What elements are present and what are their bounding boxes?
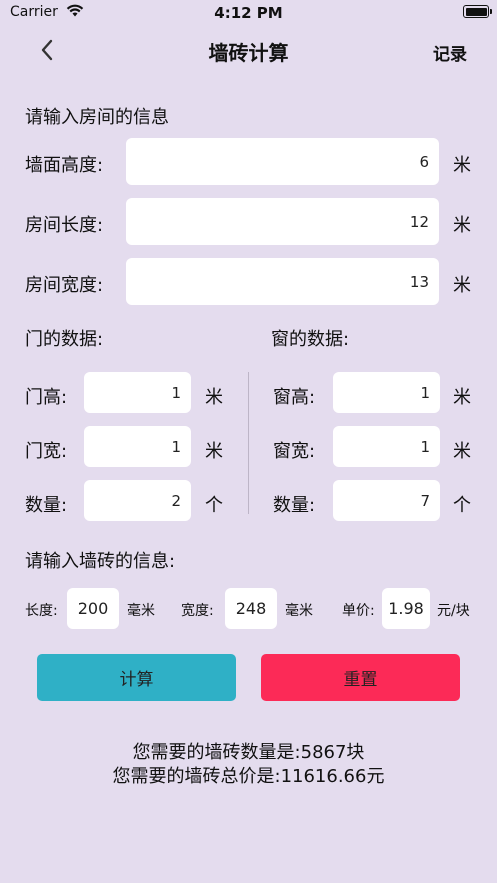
page-title: 墙砖计算 (208, 41, 289, 65)
window-width-input[interactable] (333, 426, 440, 467)
tile-length-label: 长度: (25, 603, 58, 619)
door-width-label: 门宽: (25, 441, 68, 462)
window-section-title: 窗的数据: (271, 329, 350, 350)
window-count-input[interactable] (333, 480, 440, 521)
calculate-button[interactable]: 计算 (37, 654, 236, 701)
wall-height-label: 墙面高度: (25, 155, 104, 176)
status-time: 4:12 PM (214, 4, 283, 22)
room-length-label: 房间长度: (25, 215, 104, 236)
door-height-unit: 米 (205, 387, 223, 408)
tile-price-unit: 元/块 (437, 603, 470, 619)
tile-section-title: 请输入墙砖的信息: (25, 551, 176, 572)
room-section-title: 请输入房间的信息 (25, 107, 169, 128)
tile-length-input[interactable] (67, 588, 119, 629)
window-height-label: 窗高: (273, 387, 316, 408)
tile-price-result: 您需要的墙砖总价是:11616.66元 (112, 766, 385, 787)
tile-price-input[interactable] (382, 588, 430, 629)
tile-price-label: 单价: (342, 603, 375, 619)
room-length-unit: 米 (453, 215, 471, 236)
window-count-unit: 个 (453, 495, 471, 516)
column-divider (248, 372, 249, 514)
window-count-label: 数量: (273, 495, 316, 516)
room-width-label: 房间宽度: (25, 275, 104, 296)
wall-height-input[interactable] (126, 138, 439, 185)
door-height-input[interactable] (84, 372, 191, 413)
window-height-unit: 米 (453, 387, 471, 408)
door-count-label: 数量: (25, 495, 68, 516)
tile-count-result: 您需要的墙砖数量是:5867块 (132, 742, 365, 763)
tile-width-input[interactable] (225, 588, 277, 629)
room-length-input[interactable] (126, 198, 439, 245)
window-height-input[interactable] (333, 372, 440, 413)
room-width-input[interactable] (126, 258, 439, 305)
reset-button[interactable]: 重置 (261, 654, 460, 701)
window-width-unit: 米 (453, 441, 471, 462)
tile-width-unit: 毫米 (285, 603, 313, 619)
door-count-input[interactable] (84, 480, 191, 521)
door-section-title: 门的数据: (25, 329, 104, 350)
door-width-unit: 米 (205, 441, 223, 462)
door-width-input[interactable] (84, 426, 191, 467)
window-width-label: 窗宽: (273, 441, 316, 462)
tile-length-unit: 毫米 (127, 603, 155, 619)
wall-height-unit: 米 (453, 155, 471, 176)
room-width-unit: 米 (453, 275, 471, 296)
door-height-label: 门高: (25, 387, 68, 408)
tile-width-label: 宽度: (181, 603, 214, 619)
record-button[interactable]: 记录 (433, 40, 467, 65)
battery-icon (463, 5, 492, 18)
door-count-unit: 个 (205, 495, 223, 516)
